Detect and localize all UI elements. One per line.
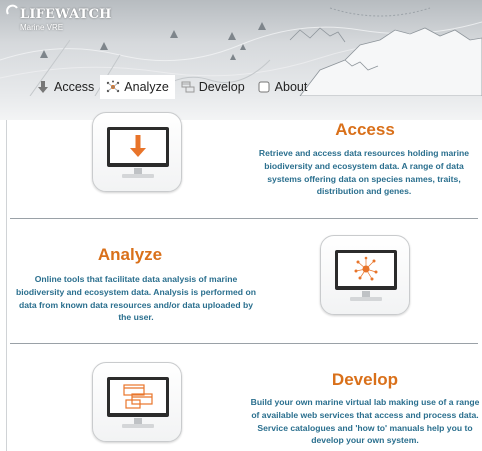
develop-tile[interactable]: [92, 362, 182, 442]
analyze-description: Online tools that facilitate data analys…: [16, 274, 256, 323]
network-nodes-icon: [107, 80, 120, 93]
tab-develop[interactable]: Develop: [175, 75, 251, 99]
access-tile[interactable]: [92, 112, 182, 192]
network-monitor-icon: [335, 250, 397, 301]
checkbox-icon: [258, 81, 270, 93]
logo-subtitle: Marine VRE: [20, 23, 64, 32]
tab-analyze[interactable]: Analyze: [100, 75, 175, 99]
download-monitor-icon: [107, 127, 169, 178]
tab-develop-label: Develop: [198, 80, 245, 94]
tab-access-label: Access: [54, 80, 95, 94]
download-arrow-icon: [38, 81, 48, 93]
access-title: Access: [335, 120, 395, 139]
site-logo[interactable]: LIFEWATCH Marine VRE: [6, 4, 111, 34]
analyze-title: Analyze: [97, 245, 163, 264]
develop-title: Develop: [331, 370, 399, 389]
tab-about-label: About: [274, 80, 308, 94]
logo-title: LIFEWATCH: [20, 7, 112, 22]
section-divider: [10, 218, 478, 219]
tab-access[interactable]: Access: [30, 75, 100, 99]
section-divider-2: [10, 343, 478, 344]
develop-description: Build your own marine virtual lab making…: [250, 397, 480, 446]
nav-bar-background: [0, 96, 482, 120]
tab-analyze-label: Analyze: [124, 80, 169, 94]
tab-about[interactable]: About: [251, 75, 314, 99]
main-nav: Access Analyze Develop About: [30, 75, 313, 99]
lifewatch-logo-icon: [6, 4, 18, 15]
develop-windows-icon: [181, 81, 195, 93]
windows-monitor-icon: [107, 377, 169, 428]
access-description: Retrieve and access data resources holdi…: [258, 148, 470, 197]
analyze-tile[interactable]: [320, 235, 410, 315]
